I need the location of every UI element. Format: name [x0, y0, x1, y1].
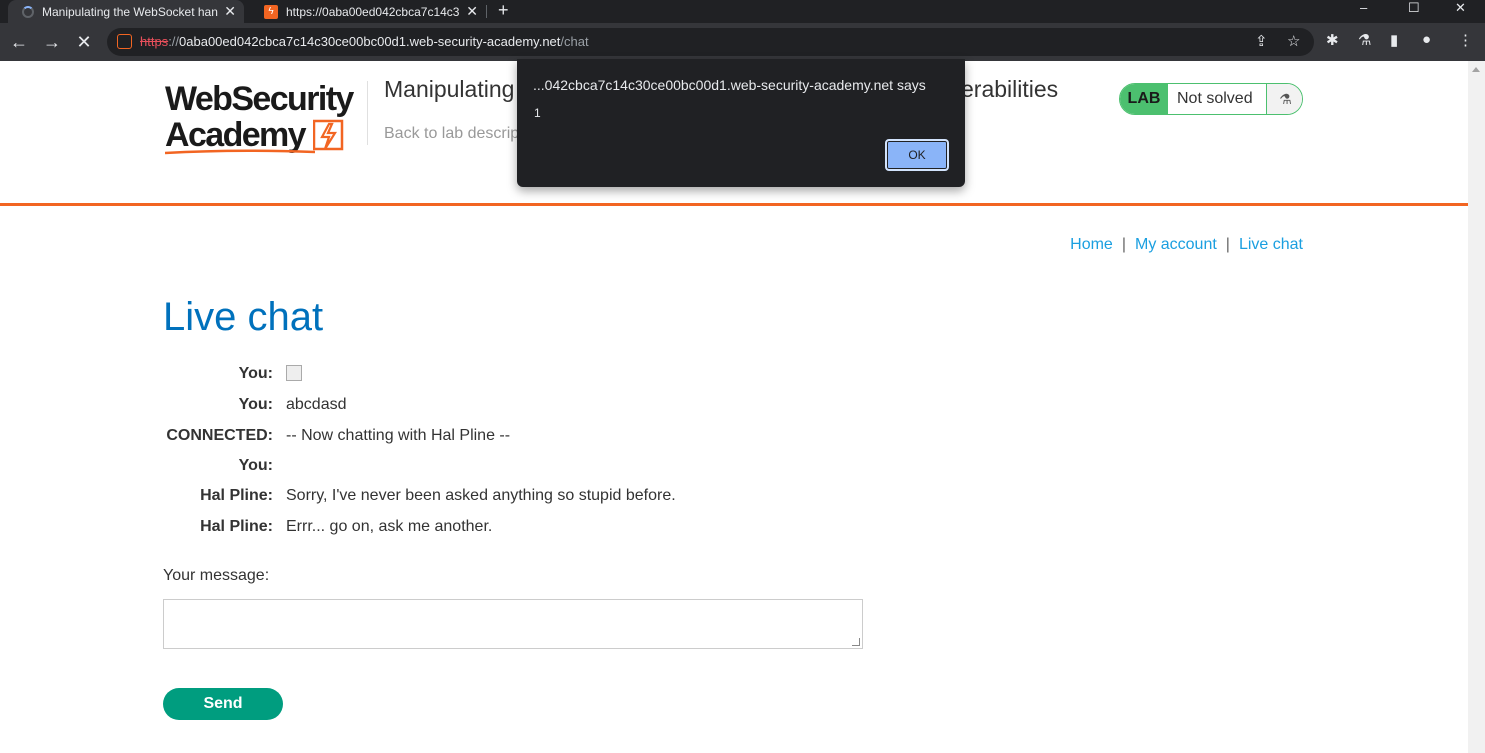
logo-line1: WebSecurity — [165, 80, 354, 118]
labs-flask-icon[interactable]: ⚗ — [1358, 31, 1371, 49]
logo-bolt-icon — [313, 119, 344, 151]
browser-tab-bar: Manipulating the WebSocket han ✕ ϟ https… — [0, 0, 1485, 23]
alert-dialog: ...042cbca7c14c30ce00bc00d1.web-security… — [517, 59, 965, 187]
chat-text — [286, 365, 302, 386]
burp-favicon-icon: ϟ — [264, 4, 278, 19]
bookmark-star-icon[interactable]: ☆ — [1287, 32, 1300, 50]
chat-author: You: — [238, 457, 273, 474]
browser-toolbar: ← → ✕ https://0aba00ed042cbca7c14c30ce00… — [0, 23, 1485, 61]
close-window-button[interactable]: ✕ — [1455, 0, 1466, 16]
tab-divider — [486, 5, 487, 18]
page-title: Live chat — [163, 295, 324, 339]
scroll-up-arrow-icon[interactable] — [1472, 67, 1480, 72]
stop-loading-icon[interactable]: ✕ — [73, 31, 95, 53]
page-scrollbar[interactable] — [1468, 61, 1485, 753]
url-separator: :// — [168, 34, 180, 49]
message-label: Your message: — [163, 567, 270, 584]
chat-text: abcdasd — [286, 396, 347, 413]
message-textarea[interactable] — [163, 599, 863, 649]
logo-underline — [165, 149, 315, 155]
chat-author: You: — [238, 396, 273, 413]
extensions-icon[interactable]: ✱ — [1326, 31, 1339, 49]
chat-author: CONNECTED: — [166, 427, 273, 444]
chat-author: Hal Pline: — [200, 487, 273, 504]
nav-separator: | — [1225, 236, 1230, 253]
tab-inactive[interactable]: ϟ https://0aba00ed042cbca7c14c3 ✕ — [250, 0, 486, 23]
dialog-ok-button[interactable]: OK — [885, 139, 949, 171]
chat-text: Errr... go on, ask me another. — [286, 518, 493, 535]
not-secure-icon[interactable] — [117, 34, 132, 49]
web-security-academy-logo[interactable]: WebSecurity Academy — [165, 81, 365, 156]
dialog-message: 1 — [534, 106, 541, 120]
resize-handle-icon[interactable] — [852, 638, 860, 646]
lab-title-start: Manipulating — [384, 76, 515, 102]
top-nav: Home | My account | Live chat — [1070, 236, 1303, 254]
url-text[interactable]: https://0aba00ed042cbca7c14c30ce00bc00d1… — [140, 34, 589, 49]
send-button[interactable]: Send — [163, 688, 283, 720]
tab-active[interactable]: Manipulating the WebSocket han ✕ — [8, 0, 244, 23]
tab-title: https://0aba00ed042cbca7c14c3 — [286, 4, 460, 19]
minimize-button[interactable]: – — [1360, 0, 1367, 15]
chat-author: You: — [238, 365, 273, 382]
url-scheme: https — [140, 34, 169, 49]
menu-kebab-icon[interactable]: ⋮ — [1458, 31, 1473, 49]
nav-my-account-link[interactable]: My account — [1135, 236, 1217, 253]
broken-image-icon — [286, 365, 302, 381]
nav-separator: | — [1121, 236, 1126, 253]
side-panel-icon[interactable]: ▮ — [1390, 31, 1398, 49]
address-bar[interactable]: https://0aba00ed042cbca7c14c30ce00bc00d1… — [107, 28, 1314, 56]
chat-text: Sorry, I've never been asked anything so… — [286, 487, 676, 504]
lab-label: LAB — [1120, 84, 1168, 114]
url-path: /chat — [560, 34, 589, 49]
lab-status-badge: LAB Not solved ⚗ — [1119, 83, 1303, 115]
chat-author: Hal Pline: — [200, 518, 273, 535]
back-arrow-icon[interactable]: ← — [8, 31, 30, 53]
loading-spinner-icon — [22, 5, 34, 18]
share-icon[interactable]: ⇪ — [1255, 32, 1268, 50]
profile-icon[interactable]: ● — [1422, 31, 1431, 48]
dialog-title: ...042cbca7c14c30ce00bc00d1.web-security… — [533, 77, 926, 93]
header-divider — [367, 81, 368, 145]
back-to-lab-description-link[interactable]: Back to lab descrip — [384, 125, 519, 143]
chat-text: -- Now chatting with Hal Pline -- — [286, 427, 511, 444]
logo-line2: Academy — [165, 116, 307, 154]
url-host: 0aba00ed042cbca7c14c30ce00bc00d1.web-sec… — [179, 34, 561, 49]
maximize-button[interactable]: ☐ — [1408, 0, 1420, 16]
new-tab-button[interactable]: + — [498, 0, 509, 21]
lab-title-end: erabilities — [961, 76, 1059, 102]
forward-arrow-icon[interactable]: → — [41, 31, 63, 53]
lab-title: Manipulating erabilities — [384, 76, 1058, 103]
nav-live-chat-link[interactable]: Live chat — [1239, 236, 1303, 253]
tab-close-icon[interactable]: ✕ — [466, 3, 478, 20]
flask-icon: ⚗ — [1266, 84, 1302, 114]
tab-close-icon[interactable]: ✕ — [224, 3, 236, 20]
header-rule — [0, 203, 1468, 206]
nav-home-link[interactable]: Home — [1070, 236, 1113, 253]
lab-status-text: Not solved — [1177, 90, 1253, 107]
tab-title: Manipulating the WebSocket han — [42, 4, 218, 19]
